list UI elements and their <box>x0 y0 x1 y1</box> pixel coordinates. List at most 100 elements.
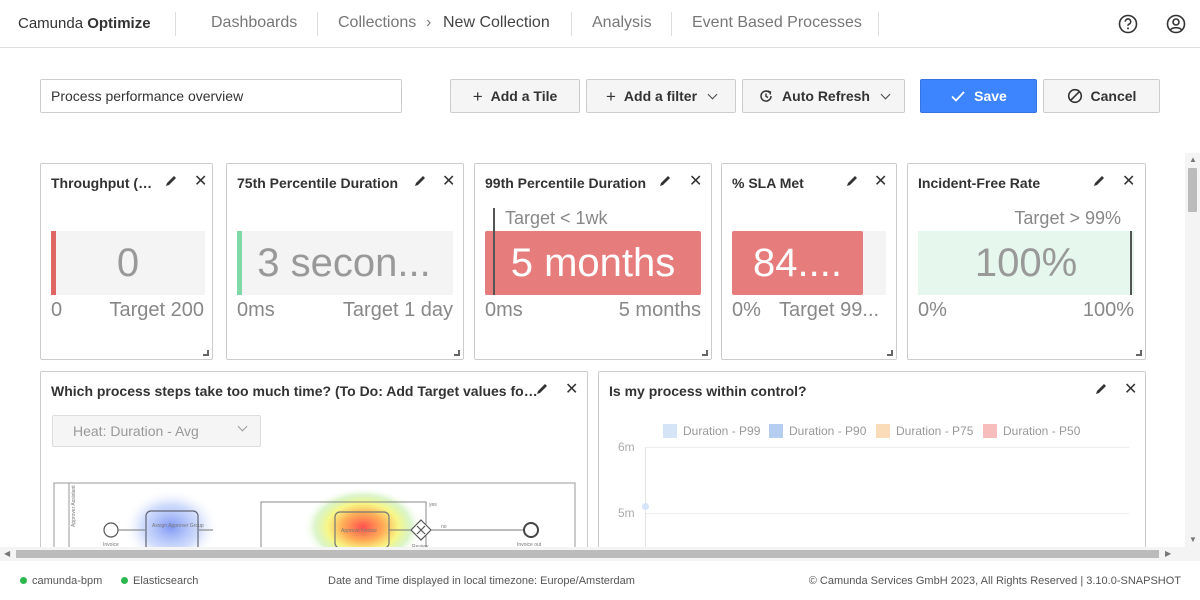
legend-swatch <box>663 424 677 438</box>
resize-handle-icon[interactable] <box>203 350 209 356</box>
add-tile-button[interactable]: + Add a Tile <box>450 79 580 113</box>
tile-title: % SLA Met <box>732 175 804 191</box>
plus-icon: + <box>472 86 483 106</box>
cancel-button[interactable]: Cancel <box>1043 79 1160 113</box>
pencil-icon[interactable] <box>535 382 549 396</box>
brand-logo[interactable]: Camunda Optimize <box>18 15 151 32</box>
bpmn-diagram[interactable]: Approver Assistant Invoice Assign Approv… <box>53 482 577 552</box>
tile-incident-free-rate[interactable]: Incident-Free Rate ✕ Target > 99% 100% 0… <box>907 163 1146 360</box>
nav-collections[interactable]: Collections <box>338 14 416 32</box>
pencil-icon[interactable] <box>164 174 178 188</box>
legend-swatch <box>876 424 890 438</box>
legend-item[interactable]: Duration - P75 <box>876 424 973 438</box>
legend-item[interactable]: Duration - P50 <box>983 424 1080 438</box>
nav-event-based-processes[interactable]: Event Based Processes <box>692 14 862 32</box>
help-icon[interactable] <box>1117 13 1139 35</box>
pencil-icon[interactable] <box>1094 382 1108 396</box>
gauge-value: 3 secon... <box>257 241 431 285</box>
add-tile-label: Add a Tile <box>490 88 558 104</box>
grid-line <box>645 447 1129 448</box>
breadcrumb-separator: › <box>426 14 432 31</box>
close-icon[interactable]: ✕ <box>874 171 887 191</box>
scroll-up-icon[interactable]: ▲ <box>1189 155 1197 164</box>
gauge-max-label: 5 months <box>618 299 701 321</box>
resize-handle-icon[interactable] <box>887 350 893 356</box>
add-filter-label: Add a filter <box>623 88 698 104</box>
pencil-icon[interactable] <box>845 174 859 188</box>
y-tick-label: 6m <box>618 440 635 454</box>
close-icon[interactable]: ✕ <box>442 171 455 191</box>
header-divider <box>671 12 672 36</box>
resize-handle-icon[interactable] <box>1136 350 1142 356</box>
auto-refresh-button[interactable]: Auto Refresh <box>742 79 905 113</box>
brand-prefix: Camunda <box>18 15 84 32</box>
horizontal-scrollbar[interactable]: ◀ ▶ <box>0 547 1200 561</box>
scrollbar-thumb[interactable] <box>16 550 1159 558</box>
header-divider <box>878 12 879 36</box>
brand-product: Optimize <box>87 15 151 32</box>
gauge-min-label: 0ms <box>237 299 275 321</box>
close-icon[interactable]: ✕ <box>194 171 207 191</box>
gauge-fill <box>237 231 242 295</box>
breadcrumb-current[interactable]: New Collection <box>443 14 550 32</box>
add-filter-button[interactable]: + Add a filter <box>586 79 736 113</box>
task-label: Assign Approver Group <box>152 523 204 529</box>
close-icon[interactable]: ✕ <box>565 379 578 399</box>
pencil-icon[interactable] <box>413 174 427 188</box>
engine-label: camunda-bpm <box>32 575 103 587</box>
nav-dashboards[interactable]: Dashboards <box>211 14 297 32</box>
nav-analysis[interactable]: Analysis <box>592 14 652 32</box>
pencil-icon[interactable] <box>1092 174 1106 188</box>
gauge-target-label: Target > 99% <box>1014 208 1121 228</box>
tile-title: 99th Percentile Duration <box>485 175 647 191</box>
tile-title: 75th Percentile Duration <box>237 175 399 191</box>
heat-type-select[interactable]: Heat: Duration - Avg <box>52 415 261 447</box>
tile-throughput[interactable]: Throughput (3... ✕ 0 0 Target 200 <box>40 163 213 360</box>
engine-status: camunda-bpm <box>20 575 102 587</box>
legend-label: Duration - P90 <box>789 424 867 438</box>
chevron-down-icon <box>237 421 248 432</box>
legend-item[interactable]: Duration - P99 <box>663 424 760 438</box>
scrollbar-thumb[interactable] <box>1188 168 1197 212</box>
resize-handle-icon[interactable] <box>454 350 460 356</box>
scroll-right-icon[interactable]: ▶ <box>1165 549 1171 558</box>
header-divider <box>571 12 572 36</box>
tile-p75-duration[interactable]: 75th Percentile Duration ✕ 3 secon... 0m… <box>226 163 464 360</box>
dashboard-name-input[interactable]: Process performance overview <box>40 79 402 113</box>
task-label: Approve Invoice <box>341 528 377 534</box>
scroll-left-icon[interactable]: ◀ <box>4 549 10 558</box>
close-icon[interactable]: ✕ <box>1124 379 1137 399</box>
tile-p99-duration[interactable]: 99th Percentile Duration ✕ Target < 1wk … <box>474 163 712 360</box>
legend-label: Duration - P99 <box>683 424 761 438</box>
resize-handle-icon[interactable] <box>702 350 708 356</box>
scroll-down-icon[interactable]: ▼ <box>1189 535 1197 544</box>
gauge-min-label: 0 <box>51 299 63 321</box>
gauge-min-label: 0ms <box>485 299 523 321</box>
status-dot-icon <box>20 577 27 584</box>
user-icon[interactable] <box>1165 13 1187 35</box>
gauge-target-label: Target 1 day <box>342 299 453 321</box>
gauge-min-label: 0% <box>732 299 761 321</box>
close-icon[interactable]: ✕ <box>689 171 702 191</box>
search-status: Elasticsearch <box>121 575 198 587</box>
gauge-min-label: 0% <box>918 299 947 321</box>
auto-refresh-label: Auto Refresh <box>782 88 870 104</box>
header-divider <box>317 12 318 36</box>
pencil-icon[interactable] <box>658 174 672 188</box>
refresh-clock-icon <box>760 90 772 102</box>
tile-heatmap[interactable]: Which process steps take too much time? … <box>40 371 588 571</box>
tile-title: Incident-Free Rate <box>918 175 1041 191</box>
chevron-down-icon <box>707 89 718 99</box>
checkmark-icon <box>951 91 965 102</box>
legend-label: Duration - P50 <box>1003 424 1081 438</box>
vertical-scrollbar[interactable]: ▲ ▼ <box>1185 153 1200 547</box>
tile-control-chart[interactable]: Is my process within control? ✕ Duration… <box>598 371 1146 571</box>
gauge-max-label: 100% <box>1082 299 1134 321</box>
legend-item[interactable]: Duration - P90 <box>769 424 866 438</box>
legend-label: Duration - P75 <box>896 424 974 438</box>
save-button[interactable]: Save <box>920 79 1037 113</box>
gauge-target-label: Target 200 <box>109 299 204 321</box>
data-point[interactable] <box>642 503 649 510</box>
tile-sla-met[interactable]: % SLA Met ✕ 84.... 0% Target 99... <box>721 163 897 360</box>
close-icon[interactable]: ✕ <box>1122 171 1135 191</box>
